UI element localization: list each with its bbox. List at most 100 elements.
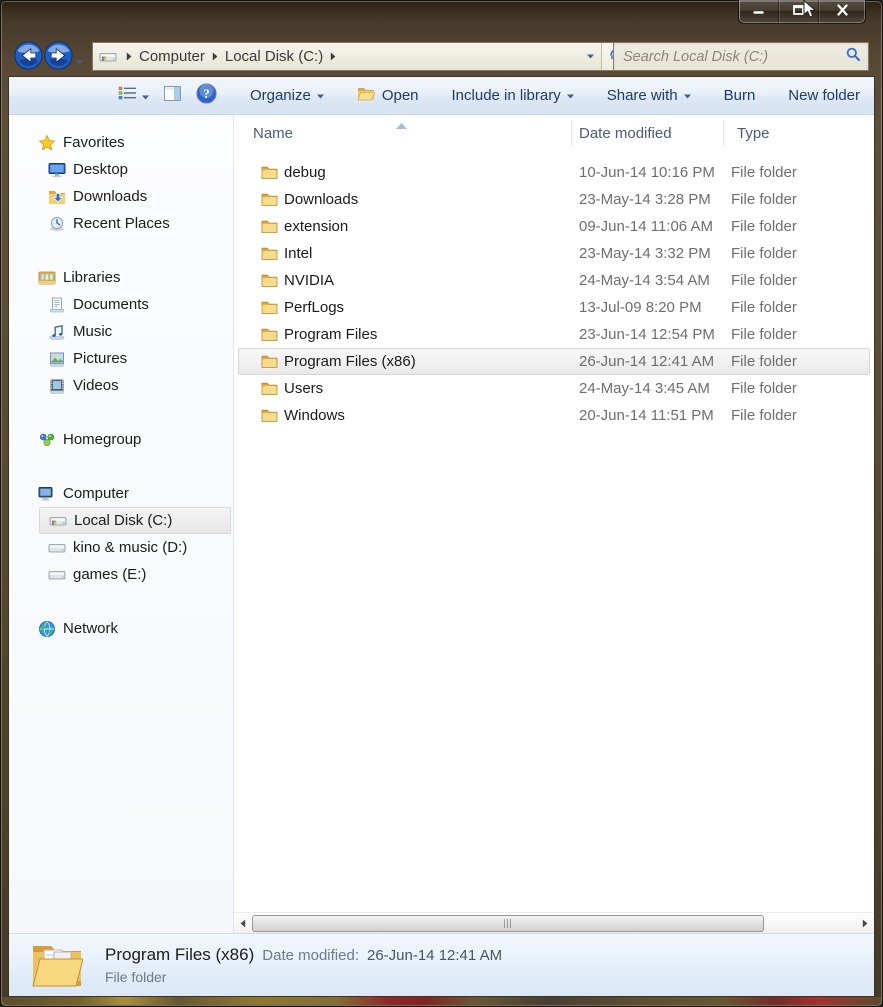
column-header-date-modified[interactable]: Date modified xyxy=(579,125,737,142)
file-row[interactable]: Windows 20-Jun-14 11:51 PM File folder xyxy=(238,402,870,429)
music-icon xyxy=(47,323,66,341)
column-divider[interactable] xyxy=(723,120,724,146)
sidebar-item-label: Documents xyxy=(73,296,149,313)
scroll-right-button[interactable] xyxy=(856,913,874,933)
breadcrumb-item-local-disk[interactable]: Local Disk (C:) xyxy=(223,48,325,65)
toolbar-button-label: Share with xyxy=(606,87,678,104)
sidebar-item[interactable]: Videos xyxy=(39,372,231,399)
svg-text:?: ? xyxy=(203,86,210,101)
toolbar-button[interactable]: Include in library xyxy=(452,87,574,104)
dropdown-caret-icon xyxy=(683,92,691,99)
details-date-label: Date modified: xyxy=(262,947,359,964)
back-button[interactable] xyxy=(14,41,43,70)
search-box xyxy=(613,42,869,71)
sidebar-item[interactable]: Pictures xyxy=(39,345,231,372)
breadcrumb-item-computer[interactable]: Computer xyxy=(137,48,207,65)
file-row[interactable]: Users 24-May-14 3:45 AM File folder xyxy=(238,375,870,402)
file-date-modified: 24-May-14 3:54 AM xyxy=(579,272,710,289)
toolbar-button-label: Burn xyxy=(723,87,756,104)
sidebar-item[interactable]: Documents xyxy=(39,291,231,318)
toolbar-button[interactable]: Burn xyxy=(724,87,756,104)
toolbar-button[interactable]: Organize xyxy=(250,87,324,104)
sidebar-item[interactable]: Music xyxy=(39,318,231,345)
column-headers: Name Date modified Type xyxy=(234,115,874,151)
file-row[interactable]: debug 10-Jun-14 10:16 PM File folder xyxy=(238,159,870,186)
sidebar-item[interactable]: kino & music (D:) xyxy=(39,534,231,561)
change-view-button[interactable] xyxy=(118,86,149,105)
folder-icon xyxy=(261,300,278,315)
breadcrumb-arrow-icon[interactable] xyxy=(126,52,132,61)
details-file-type: File folder xyxy=(105,969,167,985)
sidebar-item-label: Music xyxy=(73,323,113,340)
videos-icon xyxy=(47,377,66,395)
file-row[interactable]: PerfLogs 13-Jul-09 8:20 PM File folder xyxy=(238,294,870,321)
file-row[interactable]: extension 09-Jun-14 11:06 AM File folder xyxy=(238,213,870,240)
sidebar-item[interactable]: Homegroup xyxy=(29,426,231,453)
file-type: File folder xyxy=(731,299,797,316)
file-date-modified: 13-Jul-09 8:20 PM xyxy=(579,299,702,316)
file-row[interactable]: Program Files (x86) 26-Jun-14 12:41 AM F… xyxy=(238,348,870,375)
breadcrumb-arrow-icon[interactable] xyxy=(212,52,218,61)
file-type: File folder xyxy=(731,164,797,181)
sidebar-item-label: Homegroup xyxy=(63,431,142,448)
downloads-folder-icon xyxy=(47,188,66,206)
column-header-name[interactable]: Name xyxy=(253,125,579,142)
file-row[interactable]: Downloads 23-May-14 3:28 PM File folder xyxy=(238,186,870,213)
file-type: File folder xyxy=(731,191,797,208)
sidebar-item[interactable]: Desktop xyxy=(39,156,231,183)
file-row[interactable]: Intel 23-May-14 3:32 PM File folder xyxy=(238,240,870,267)
close-button[interactable] xyxy=(819,0,865,23)
sidebar-item[interactable]: Computer xyxy=(29,480,231,507)
address-bar[interactable]: Computer Local Disk (C:) xyxy=(92,42,630,71)
file-date-modified: 26-Jun-14 12:41 AM xyxy=(579,353,715,370)
column-header-type[interactable]: Type xyxy=(737,125,874,142)
horizontal-scrollbar[interactable] xyxy=(234,912,874,933)
file-name: debug xyxy=(284,164,326,181)
search-icon[interactable] xyxy=(845,46,861,67)
folder-icon xyxy=(261,327,278,342)
file-type: File folder xyxy=(731,272,797,289)
sidebar-item[interactable]: Libraries xyxy=(29,264,231,291)
sidebar-item-label: Videos xyxy=(73,377,119,394)
breadcrumb-arrow-icon[interactable] xyxy=(330,52,336,61)
toolbar-button[interactable]: Share with xyxy=(607,87,691,104)
maximize-button[interactable] xyxy=(779,0,819,23)
sort-ascending-icon xyxy=(396,116,407,133)
file-name: Users xyxy=(284,380,324,397)
address-dropdown-caret-icon[interactable] xyxy=(579,43,601,70)
forward-button[interactable] xyxy=(44,41,73,70)
column-divider[interactable] xyxy=(571,120,572,146)
local-disk-icon xyxy=(48,512,67,530)
file-list: debug 10-Jun-14 10:16 PM File folder Dow… xyxy=(234,151,874,933)
sidebar-item[interactable]: Downloads xyxy=(39,183,231,210)
file-date-modified: 24-May-14 3:45 AM xyxy=(579,380,710,397)
preview-pane-button[interactable] xyxy=(163,85,181,106)
file-row[interactable]: NVIDIA 24-May-14 3:54 AM File folder xyxy=(238,267,870,294)
toolbar-button[interactable]: Open xyxy=(357,86,419,105)
file-row[interactable]: Program Files 23-Jun-14 12:54 PM File fo… xyxy=(238,321,870,348)
sidebar-item[interactable]: Recent Places xyxy=(39,210,231,237)
minimize-button[interactable] xyxy=(739,0,779,23)
search-input[interactable] xyxy=(621,47,845,66)
toolbar-button[interactable]: New folder xyxy=(788,87,860,104)
file-date-modified: 23-May-14 3:28 PM xyxy=(579,191,711,208)
recent-pages-caret-icon[interactable] xyxy=(76,52,83,70)
disk-drive-icon xyxy=(47,539,66,557)
scroll-left-button[interactable] xyxy=(234,913,252,933)
details-text: Program Files (x86) Date modified: 26-Ju… xyxy=(105,945,502,985)
sidebar-item-label: Recent Places xyxy=(73,215,170,232)
help-button[interactable]: ? xyxy=(196,83,217,109)
file-name: PerfLogs xyxy=(284,299,345,316)
views-caret-icon[interactable] xyxy=(141,87,149,105)
scrollbar-track[interactable] xyxy=(252,914,856,932)
sidebar-item[interactable]: Network xyxy=(29,615,231,642)
sidebar-item[interactable]: Local Disk (C:) xyxy=(39,507,231,534)
sidebar-item[interactable]: games (E:) xyxy=(39,561,231,588)
scrollbar-thumb[interactable] xyxy=(252,915,764,932)
command-toolbar: ? Organize Open Include in library Share… xyxy=(9,77,874,115)
file-name: Downloads xyxy=(284,191,359,208)
sidebar-item[interactable]: Favorites xyxy=(29,129,231,156)
file-type: File folder xyxy=(731,380,797,397)
dropdown-caret-icon xyxy=(566,92,574,99)
main-area: Favorites Desktop Downloads Recent Place… xyxy=(9,115,874,933)
